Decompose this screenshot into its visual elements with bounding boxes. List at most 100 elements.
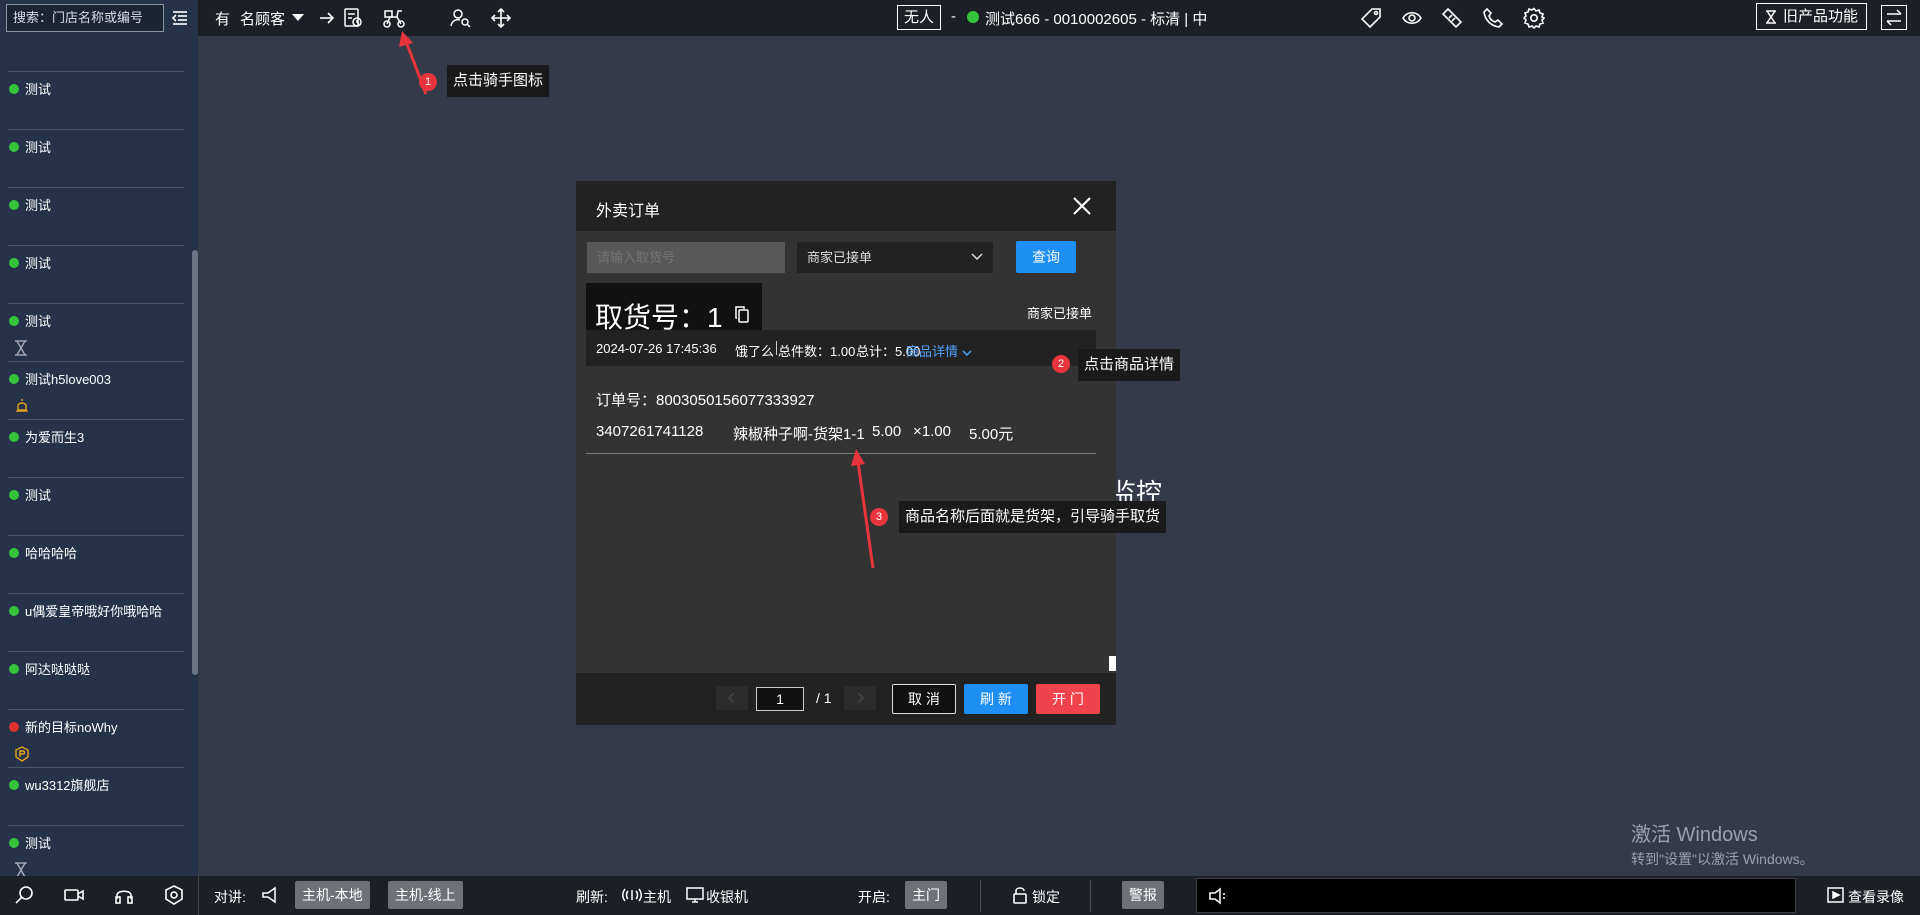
customer-count-prefix: 有: [215, 11, 231, 28]
order-total-items: 总件数：1.00: [778, 344, 856, 359]
order-status-select-value: 商家已接单: [807, 250, 873, 265]
status-dot: [9, 142, 19, 152]
order-number: 订单号：8003050156077333927: [596, 392, 815, 409]
view-recording-button[interactable]: 查看录像: [1848, 887, 1904, 907]
refresh-button[interactable]: 刷 新: [964, 684, 1028, 714]
cancel-button[interactable]: 取 消: [892, 684, 956, 714]
volume-bar[interactable]: [1196, 878, 1796, 913]
store-name: 测试: [25, 836, 52, 851]
eye-icon[interactable]: [1401, 7, 1423, 29]
open-door-button[interactable]: 开 门: [1036, 684, 1100, 714]
bottom-toolbar: 对讲: 主机-本地 主机-线上 刷新: 主机 收银机 开启: 主门 锁定 警报 …: [0, 876, 1920, 915]
store-list-item[interactable]: 测试: [8, 100, 184, 158]
customer-count-label[interactable]: 名顾客: [240, 8, 285, 29]
store-name: 测试: [25, 314, 52, 329]
camera-title[interactable]: 测试666 - 0010002605 - 标清 | 中: [985, 8, 1207, 29]
activate-windows-title: 激活 Windows: [1631, 824, 1758, 846]
lock-button[interactable]: 锁定: [1032, 887, 1060, 907]
store-list-item[interactable]: 测试: [8, 448, 184, 506]
store-list-item[interactable]: u偶爱皇帝哦好你哦哈哈: [8, 564, 184, 622]
arrow-right-icon[interactable]: [316, 7, 338, 29]
store-list-item[interactable]: 测试: [8, 274, 184, 332]
annotation-tip: 点击骑手图标: [447, 65, 550, 97]
next-page-button[interactable]: [844, 686, 876, 710]
copy-icon[interactable]: [734, 305, 750, 323]
tag-icon[interactable]: [1360, 7, 1382, 29]
speaker-icon[interactable]: [1207, 885, 1229, 907]
rider-scooter-icon[interactable]: [381, 7, 407, 29]
query-button[interactable]: 查询: [1016, 241, 1076, 273]
order-status-select[interactable]: 商家已接单: [797, 242, 993, 273]
item-subtotal: 5.00元: [969, 426, 1014, 443]
swap-icon[interactable]: [1881, 5, 1907, 30]
megaphone-icon[interactable]: [260, 885, 280, 905]
headset-icon[interactable]: [114, 885, 134, 905]
alarm-button[interactable]: 警报: [1122, 881, 1164, 909]
move-arrows-icon[interactable]: [490, 7, 512, 29]
divider: [1090, 880, 1091, 912]
main-door-button[interactable]: 主门: [905, 881, 947, 909]
meta-separator: [776, 341, 777, 355]
store-list-item[interactable]: 哈哈哈哈: [8, 506, 184, 564]
store-list-item[interactable]: 新的目标noWhy: [8, 680, 184, 738]
prev-page-button[interactable]: [716, 686, 748, 710]
store-list-item[interactable]: 测试: [8, 216, 184, 274]
store-name: 测试: [25, 198, 52, 213]
store-name: 为爱而生3: [25, 430, 85, 445]
store-list-item[interactable]: 阿达哒哒哒: [8, 622, 184, 680]
person-search-icon[interactable]: [449, 7, 471, 29]
monitor-icon: [685, 885, 705, 905]
page-total: / 1: [816, 690, 832, 706]
lock-icon[interactable]: [1010, 885, 1030, 905]
refresh-label: 刷新:: [576, 889, 608, 905]
status-dot: [9, 258, 19, 268]
order-card: 取货号：1 商家已接单 2024-07-26 17:45:36 饿了么 总件数：…: [586, 283, 1096, 391]
play-icon[interactable]: [1826, 885, 1846, 905]
store-list-item[interactable]: 测试: [8, 158, 184, 216]
status-dot: [9, 432, 19, 442]
phone-icon[interactable]: [1482, 7, 1504, 29]
store-search-input[interactable]: 搜索：门店名称或编号: [6, 4, 164, 32]
close-icon[interactable]: [1071, 195, 1093, 217]
old-features-button[interactable]: 旧产品功能: [1756, 3, 1868, 30]
collapse-sidebar-icon[interactable]: [170, 8, 190, 28]
search-icon[interactable]: [14, 885, 34, 905]
status-dot: [9, 316, 19, 326]
store-name: 测试: [25, 140, 52, 155]
annotation-badge: 2: [1052, 355, 1070, 373]
product-detail-link[interactable]: 商品详情: [906, 341, 972, 360]
open-label: 开启:: [858, 889, 890, 905]
status-dot: [9, 838, 19, 848]
store-list-item[interactable]: wu3312旗舰店: [8, 738, 184, 796]
chevron-down-icon: [962, 350, 972, 356]
order-document-icon[interactable]: [342, 7, 364, 29]
top-toolbar: 有 名顾客 无人 - 测试666 - 0010002605 - 标清 | 中 旧…: [198, 0, 1920, 36]
resize-handle[interactable]: [1109, 656, 1116, 671]
refresh-cashier-button[interactable]: 收银机: [706, 887, 748, 907]
settings-gear-icon[interactable]: [1523, 7, 1545, 29]
status-dot: [9, 664, 19, 674]
video-camera-icon[interactable]: [64, 885, 84, 905]
store-name: wu3312旗舰店: [25, 778, 110, 793]
divider: [586, 453, 1096, 454]
pickup-number-input[interactable]: [587, 242, 785, 273]
store-list-item[interactable]: 测试h5love003: [8, 332, 184, 390]
chevron-down-icon: [971, 253, 983, 261]
host-local-button[interactable]: 主机-本地: [295, 881, 370, 909]
ticket-icon[interactable]: [1441, 7, 1463, 29]
store-list-item[interactable]: 为爱而生3: [8, 390, 184, 448]
order-platform: 饿了么: [735, 344, 775, 359]
item-quantity: ×1.00: [913, 423, 951, 440]
refresh-host-button[interactable]: 主机: [643, 887, 671, 907]
store-list-item[interactable]: 测试: [8, 42, 184, 100]
annotation-tip: 点击商品详情: [1078, 349, 1181, 381]
hourglass-icon: [1765, 10, 1777, 24]
store-list-item[interactable]: 测试: [8, 796, 184, 854]
store-name: 阿达哒哒哒: [25, 662, 91, 677]
page-number-input[interactable]: 1: [756, 687, 804, 711]
dialog-header: 外卖订单: [576, 181, 1116, 231]
caret-down-icon[interactable]: [292, 14, 304, 24]
shield-hex-icon[interactable]: [164, 885, 184, 905]
host-online-button[interactable]: 主机-线上: [388, 881, 463, 909]
sidebar-scrollbar[interactable]: [192, 250, 198, 675]
